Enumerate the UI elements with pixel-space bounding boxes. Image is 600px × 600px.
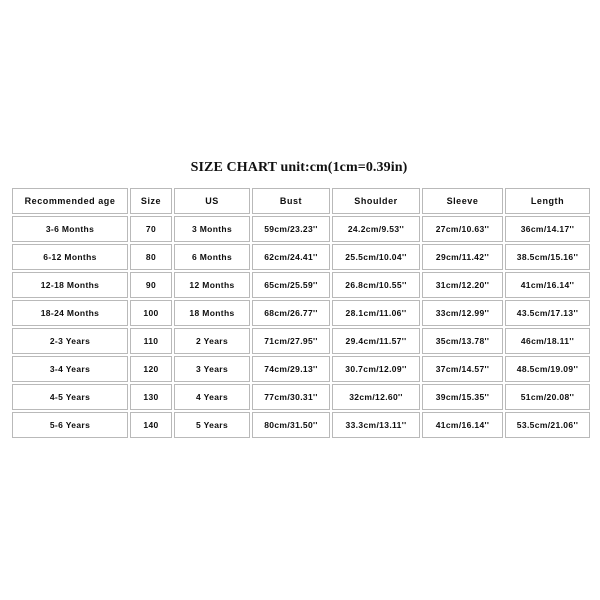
cell-shoulder: 30.7cm/12.09''	[332, 356, 420, 382]
cell-us: 3 Months	[174, 216, 250, 242]
cell-sleeve: 37cm/14.57''	[422, 356, 503, 382]
cell-us: 3 Years	[174, 356, 250, 382]
cell-length: 53.5cm/21.06''	[505, 412, 590, 438]
size-chart-container: SIZE CHART unit:cm(1cm=0.39in) Recommend…	[10, 160, 592, 440]
cell-length: 48.5cm/19.09''	[505, 356, 590, 382]
size-chart-table: Recommended age Size US Bust Shoulder Sl…	[10, 186, 592, 440]
cell-size: 130	[130, 384, 172, 410]
cell-sleeve: 27cm/10.63''	[422, 216, 503, 242]
column-header-bust: Bust	[252, 188, 330, 214]
cell-shoulder: 24.2cm/9.53''	[332, 216, 420, 242]
cell-size: 70	[130, 216, 172, 242]
cell-length: 38.5cm/15.16''	[505, 244, 590, 270]
table-row: 2-3 Years 110 2 Years 71cm/27.95'' 29.4c…	[12, 328, 590, 354]
column-header-recommended-age: Recommended age	[12, 188, 128, 214]
cell-bust: 62cm/24.41''	[252, 244, 330, 270]
cell-us: 18 Months	[174, 300, 250, 326]
cell-bust: 65cm/25.59''	[252, 272, 330, 298]
column-header-shoulder: Shoulder	[332, 188, 420, 214]
cell-length: 36cm/14.17''	[505, 216, 590, 242]
cell-size: 140	[130, 412, 172, 438]
cell-us: 12 Months	[174, 272, 250, 298]
cell-recommended-age: 5-6 Years	[12, 412, 128, 438]
cell-bust: 59cm/23.23''	[252, 216, 330, 242]
cell-shoulder: 26.8cm/10.55''	[332, 272, 420, 298]
cell-bust: 77cm/30.31''	[252, 384, 330, 410]
table-header-row: Recommended age Size US Bust Shoulder Sl…	[12, 188, 590, 214]
cell-bust: 80cm/31.50''	[252, 412, 330, 438]
cell-shoulder: 32cm/12.60''	[332, 384, 420, 410]
cell-recommended-age: 3-4 Years	[12, 356, 128, 382]
table-row: 12-18 Months 90 12 Months 65cm/25.59'' 2…	[12, 272, 590, 298]
column-header-size: Size	[130, 188, 172, 214]
column-header-sleeve: Sleeve	[422, 188, 503, 214]
cell-us: 6 Months	[174, 244, 250, 270]
cell-shoulder: 29.4cm/11.57''	[332, 328, 420, 354]
cell-recommended-age: 4-5 Years	[12, 384, 128, 410]
cell-bust: 74cm/29.13''	[252, 356, 330, 382]
cell-recommended-age: 18-24 Months	[12, 300, 128, 326]
cell-sleeve: 31cm/12.20''	[422, 272, 503, 298]
cell-size: 80	[130, 244, 172, 270]
cell-sleeve: 33cm/12.99''	[422, 300, 503, 326]
cell-size: 100	[130, 300, 172, 326]
cell-length: 41cm/16.14''	[505, 272, 590, 298]
cell-length: 51cm/20.08''	[505, 384, 590, 410]
column-header-length: Length	[505, 188, 590, 214]
cell-recommended-age: 2-3 Years	[12, 328, 128, 354]
cell-shoulder: 25.5cm/10.04''	[332, 244, 420, 270]
cell-sleeve: 39cm/15.35''	[422, 384, 503, 410]
cell-recommended-age: 3-6 Months	[12, 216, 128, 242]
table-row: 6-12 Months 80 6 Months 62cm/24.41'' 25.…	[12, 244, 590, 270]
column-header-us: US	[174, 188, 250, 214]
cell-sleeve: 41cm/16.14''	[422, 412, 503, 438]
cell-recommended-age: 6-12 Months	[12, 244, 128, 270]
cell-length: 43.5cm/17.13''	[505, 300, 590, 326]
cell-us: 2 Years	[174, 328, 250, 354]
cell-us: 5 Years	[174, 412, 250, 438]
cell-bust: 68cm/26.77''	[252, 300, 330, 326]
cell-shoulder: 33.3cm/13.11''	[332, 412, 420, 438]
cell-size: 110	[130, 328, 172, 354]
cell-us: 4 Years	[174, 384, 250, 410]
cell-sleeve: 35cm/13.78''	[422, 328, 503, 354]
page-title: SIZE CHART unit:cm(1cm=0.39in)	[190, 160, 408, 175]
cell-bust: 71cm/27.95''	[252, 328, 330, 354]
table-header: Recommended age Size US Bust Shoulder Sl…	[12, 188, 590, 214]
table-row: 3-6 Months 70 3 Months 59cm/23.23'' 24.2…	[12, 216, 590, 242]
cell-sleeve: 29cm/11.42''	[422, 244, 503, 270]
table-row: 3-4 Years 120 3 Years 74cm/29.13'' 30.7c…	[12, 356, 590, 382]
table-row: 4-5 Years 130 4 Years 77cm/30.31'' 32cm/…	[12, 384, 590, 410]
cell-recommended-age: 12-18 Months	[12, 272, 128, 298]
cell-size: 90	[130, 272, 172, 298]
table-body: 3-6 Months 70 3 Months 59cm/23.23'' 24.2…	[12, 216, 590, 438]
table-row: 5-6 Years 140 5 Years 80cm/31.50'' 33.3c…	[12, 412, 590, 438]
cell-shoulder: 28.1cm/11.06''	[332, 300, 420, 326]
cell-length: 46cm/18.11''	[505, 328, 590, 354]
cell-size: 120	[130, 356, 172, 382]
table-row: 18-24 Months 100 18 Months 68cm/26.77'' …	[12, 300, 590, 326]
